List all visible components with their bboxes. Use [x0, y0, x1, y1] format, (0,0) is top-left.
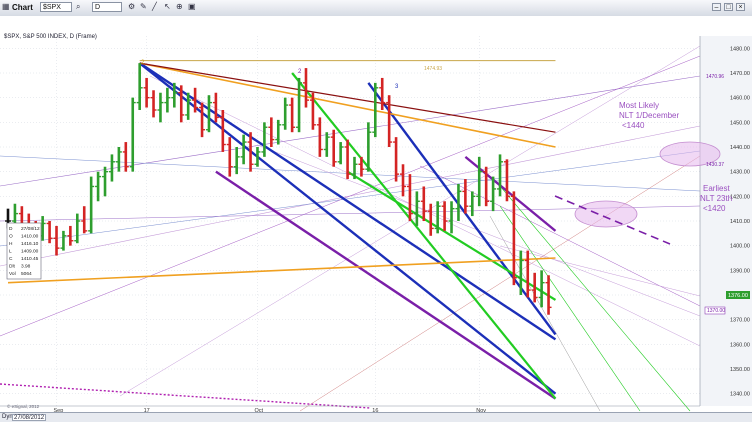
maximize-button[interactable]: □ [724, 3, 733, 11]
y-tick-label: 1470.00 [730, 71, 750, 77]
ohlc-row-value: 1416.10 [21, 241, 39, 247]
y-tick-label: 1400.00 [730, 244, 750, 250]
current-price-value: 1376.00 [728, 293, 748, 299]
earliest-label: Earliest [703, 184, 730, 193]
y-tick-label: 1420.00 [730, 194, 750, 200]
most-likely-date: NLT 1/December [619, 111, 680, 120]
mid-level-label: 1430.37 [706, 162, 724, 168]
ohlc-row-value: 3.98 [21, 264, 31, 270]
interval-input[interactable]: D [92, 2, 122, 12]
target-ellipse-earliest [574, 200, 638, 228]
ohlc-row-key: D [9, 226, 13, 232]
y-tick-label: 1450.00 [730, 120, 750, 126]
earliest-date: NLT 23th [700, 194, 732, 203]
price-axis: 1480.00 1470.00 1460.00 1450.00 1440.00 1430.… [699, 36, 752, 406]
y-tick-label: 1410.00 [730, 219, 750, 225]
low-price-value: 1370.00 [707, 308, 725, 314]
minimize-button[interactable]: – [712, 3, 721, 11]
chart-header-info: $SPX, S&P 500 INDEX, D (Frame) [4, 34, 97, 40]
search-icon[interactable]: ⌕ [76, 3, 84, 11]
y-tick-label: 1390.00 [730, 268, 750, 274]
ohlc-row-value: 27/08/12 [21, 226, 40, 232]
most-likely-price: <1440 [622, 121, 645, 130]
window-title: Chart [12, 3, 33, 12]
ohlc-row-key: L [9, 249, 12, 255]
save-icon[interactable]: ▣ [188, 3, 196, 11]
ohlc-row-value: 1410.00 [21, 234, 39, 240]
title-bar: ▦ Chart $SPX D ⌕ ⚙ ✎ ╱ ↖ ⊕ ▣ – □ × [0, 0, 752, 17]
chart-window: ▦ Chart $SPX D ⌕ ⚙ ✎ ╱ ↖ ⊕ ▣ – □ × 1480.… [0, 0, 752, 422]
chart-background [0, 16, 752, 412]
ohlc-row-key: C [9, 256, 13, 262]
chart-icon: ▦ [2, 2, 10, 11]
y-tick-label: 1480.00 [730, 46, 750, 52]
y-tick-label: 1460.00 [730, 96, 750, 102]
cursor-icon[interactable]: ↖ [164, 3, 172, 11]
line-tool-icon[interactable]: ╱ [152, 3, 160, 11]
status-date[interactable]: 27/08/2012 [12, 414, 46, 421]
pencil-icon[interactable]: ✎ [140, 3, 148, 11]
ohlc-data-table: D 27/08/12 O 1410.00 H 1416.10 L 1409.00 C 1410.4… [6, 222, 42, 280]
close-button[interactable]: × [736, 3, 745, 11]
y-tick-label: 1340.00 [730, 392, 750, 398]
copyright-text: © eSignal, 2012 [7, 403, 40, 409]
most-likely-label: Most Likely [619, 101, 659, 110]
y-tick-label: 1430.00 [730, 170, 750, 176]
y-tick-label: 1440.00 [730, 145, 750, 151]
gear-icon[interactable]: ⚙ [128, 3, 136, 11]
y-tick-label: 1370.00 [730, 318, 750, 324]
symbol-input[interactable]: $SPX [40, 2, 72, 12]
ohlc-row-value: 1409.00 [21, 249, 39, 255]
y-tick-label: 1350.00 [730, 367, 750, 373]
ohlc-row-value: 5064 [21, 271, 32, 277]
ohlc-row-key: H [9, 241, 13, 247]
ohlc-row-value: 1410.45 [21, 256, 39, 262]
ohlc-row-key: O [9, 234, 13, 240]
status-bar: Dyn 27/08/2012 [0, 412, 752, 422]
y-tick-label: 1360.00 [730, 342, 750, 348]
price-chart[interactable]: 1480.00 1470.00 1460.00 1450.00 1440.00 1430.… [0, 16, 752, 412]
ohlc-row-key: Vol [9, 271, 16, 277]
top-level-label: 1474.93 [424, 66, 442, 72]
earliest-price: <1420 [703, 204, 726, 213]
ohlc-row-key: Dlt [9, 264, 16, 270]
fib-level-label: 1470.96 [706, 74, 724, 80]
zoom-icon[interactable]: ⊕ [176, 3, 184, 11]
